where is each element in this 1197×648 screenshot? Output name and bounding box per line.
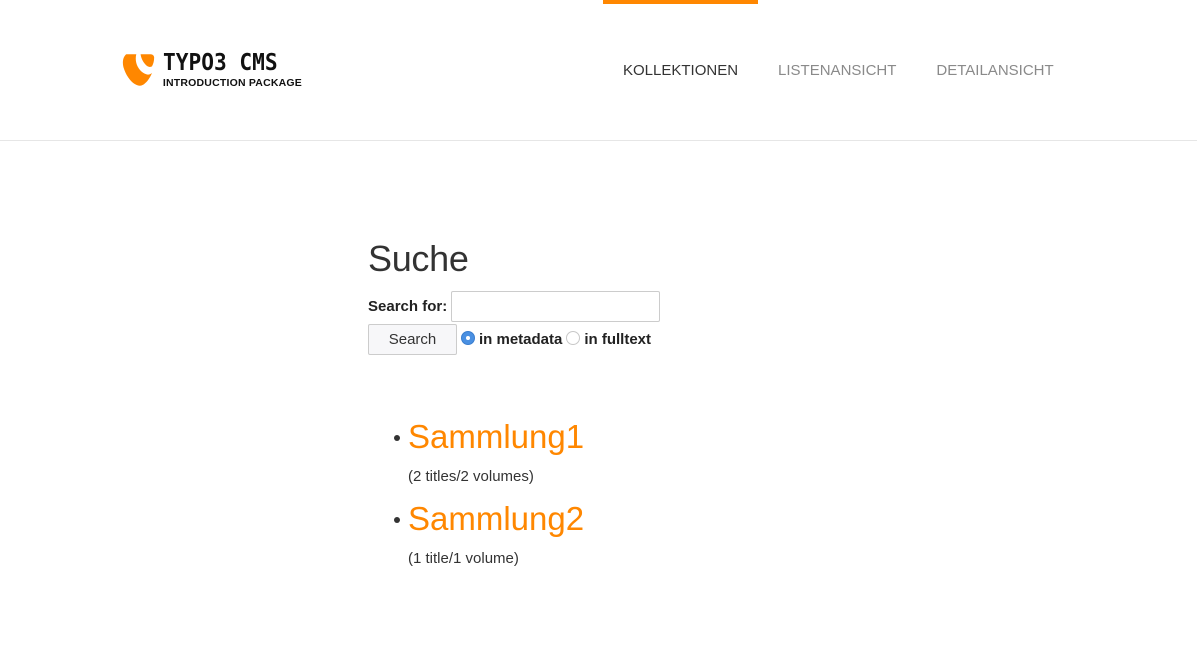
radio-in-metadata[interactable] xyxy=(461,330,475,345)
collection-meta: (1 title/1 volume) xyxy=(408,550,519,567)
page-title: Suche xyxy=(368,238,469,279)
collection-link-sammlung2[interactable]: Sammlung2 xyxy=(408,499,868,539)
logo-title: TYPO3 CMS xyxy=(162,49,278,76)
site-header: TYPO3 CMS INTRODUCTION PACKAGE KOLLEKTIO… xyxy=(0,0,1197,141)
logo-text: TYPO3 CMS INTRODUCTION PACKAGE xyxy=(162,49,302,89)
bullet-icon xyxy=(394,517,400,523)
main-content: Suche Search for: Search in metadata in … xyxy=(368,236,868,581)
main-navigation: KOLLEKTIONEN LISTENANSICHT DETAILANSICHT xyxy=(603,0,1074,141)
radio-in-fulltext[interactable] xyxy=(566,330,581,345)
radio-label-in-metadata: in metadata xyxy=(479,331,563,348)
search-options-row: Search in metadata in fulltext xyxy=(368,324,868,355)
nav-item-detailansicht[interactable]: DETAILANSICHT xyxy=(916,0,1073,141)
radio-label-in-fulltext: in fulltext xyxy=(584,331,652,348)
collection-link-sammlung1[interactable]: Sammlung1 xyxy=(408,417,868,457)
search-input[interactable] xyxy=(451,291,661,322)
collection-meta: (2 titles/2 volumes) xyxy=(408,468,534,485)
search-label: Search for: xyxy=(368,298,448,315)
collection-list: Sammlung1 (2 titles/2 volumes) Sammlung2… xyxy=(368,417,868,569)
typo3-logo-icon xyxy=(122,54,155,86)
search-form: Search for: Search in metadata in fullte… xyxy=(368,291,868,355)
nav-item-listenansicht[interactable]: LISTENANSICHT xyxy=(758,0,916,141)
list-item: Sammlung1 (2 titles/2 volumes) xyxy=(368,417,868,487)
nav-item-kollektionen[interactable]: KOLLEKTIONEN xyxy=(603,0,759,141)
list-item: Sammlung2 (1 title/1 volume) xyxy=(368,499,868,569)
typo3-logo[interactable]: TYPO3 CMS INTRODUCTION PACKAGE xyxy=(122,46,302,94)
bullet-icon xyxy=(394,435,400,441)
logo-subtitle: INTRODUCTION PACKAGE xyxy=(162,76,302,89)
search-row: Search for: xyxy=(368,291,868,322)
search-button[interactable]: Search xyxy=(368,324,457,355)
